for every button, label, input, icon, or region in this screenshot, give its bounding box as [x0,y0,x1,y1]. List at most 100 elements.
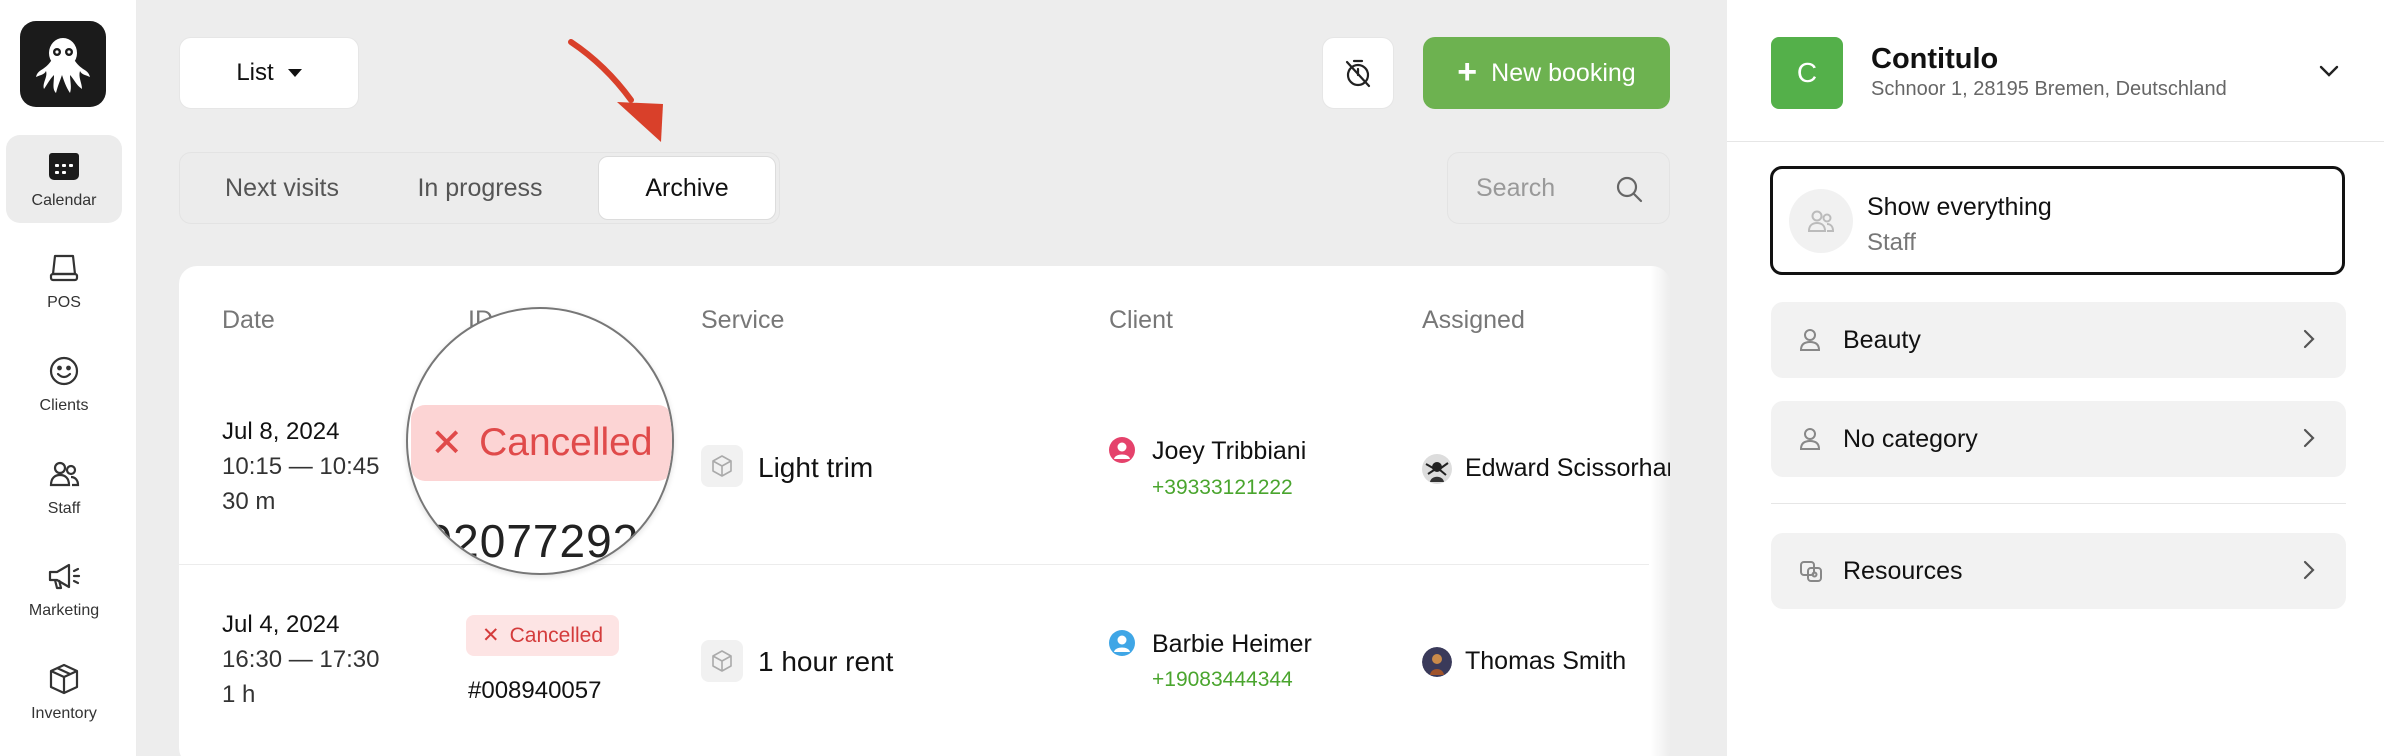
chevron-right-icon [2303,329,2315,349]
client-avatar-icon [1109,630,1135,656]
pos-icon [49,254,79,282]
view-mode-label: List [236,59,274,86]
booking-time: 10:15 — 10:45 [222,453,380,480]
person-icon [1799,428,1821,450]
category-item-beauty[interactable]: Beauty [1771,302,2346,378]
status-badge: ✕ Cancelled [466,615,620,656]
booking-date: Jul 4, 2024 [222,611,340,638]
booking-id[interactable]: #008940057 [468,673,601,708]
megaphone-icon [48,563,81,590]
search-input[interactable]: Search [1447,152,1670,224]
plus-icon: + [1457,52,1478,91]
smiley-icon [49,356,79,386]
panel-divider [1771,503,2346,504]
box-icon [49,663,79,695]
status-label: Cancelled [479,421,653,464]
new-booking-button[interactable]: + New booking [1423,37,1670,109]
assigned-staff[interactable]: Edward Scissorhands [1465,454,1670,483]
category-label: Resources [1843,556,1963,585]
timer-off-icon [1345,59,1371,88]
service-name: 1 hour rent [758,646,894,677]
filter-subtitle: Staff [1867,229,1916,256]
booking-tabs: Next visits In progress Archive [179,152,780,224]
category-label: Beauty [1843,325,1921,354]
category-item-resources[interactable]: Resources [1771,533,2346,609]
category-item-no-category[interactable]: No category [1771,401,2346,477]
category-label: No category [1843,424,1978,453]
staff-avatar [1422,454,1452,484]
status-badge: ✕ Cancelled [411,405,672,481]
tab-label: Next visits [225,173,339,202]
tab-in-progress[interactable]: In progress [382,156,578,220]
org-name[interactable]: Contitulo [1871,43,1998,76]
column-header-assigned: Assigned [1422,306,1525,334]
sidebar: Calendar POS Clients Staff Marketing Inv… [0,0,137,756]
tab-archive[interactable]: Archive [598,156,776,220]
org-address: Schnoor 1, 28195 Bremen, Deutschland [1871,78,2227,100]
staff-filter-selector[interactable]: Show everything Staff [1770,166,2345,275]
service-name: Light trim [758,452,874,483]
person-icon [1799,329,1821,351]
service-box-icon [701,445,743,487]
close-icon: ✕ [482,624,500,647]
row-divider [179,564,1649,565]
close-icon: ✕ [430,421,464,465]
filter-title: Show everything [1867,193,2052,221]
client-phone[interactable]: +19083444344 [1152,668,1293,692]
sidebar-item-clients[interactable]: Clients [6,340,122,428]
octopus-logo-icon[interactable] [20,21,106,107]
client-name[interactable]: Barbie Heimer [1152,630,1312,659]
scroll-shadow [1650,266,1670,756]
booking-id: 192077292 [406,515,640,567]
tab-label: In progress [417,173,543,202]
client-name[interactable]: Joey Tribbiani [1152,437,1306,466]
sidebar-item-label: Staff [47,500,81,517]
chevron-down-icon[interactable] [2319,64,2339,78]
column-header-client: Client [1109,306,1173,334]
caret-down-icon [287,69,302,77]
panel-divider [1727,141,2384,142]
filter-panel: C Contitulo Schnoor 1, 28195 Bremen, Deu… [1727,0,2384,756]
tab-next-visits[interactable]: Next visits [182,156,382,220]
sidebar-item-marketing[interactable]: Marketing [6,545,122,633]
column-header-service: Service [701,306,785,334]
service-box-icon [701,640,743,682]
sidebar-item-inventory[interactable]: Inventory [6,648,122,736]
booking-duration: 30 m [222,488,276,515]
org-avatar: C [1771,37,1843,109]
calendar-icon [49,153,79,180]
sidebar-item-label: Clients [39,397,89,414]
sidebar-item-label: Marketing [28,602,100,619]
resources-icon [1800,561,1822,582]
booking-date: Jul 8, 2024 [222,418,340,445]
booking-duration: 1 h [222,681,256,708]
staff-avatar [1422,647,1452,677]
column-header-date: Date [222,306,275,334]
client-phone[interactable]: +39333121222 [1152,476,1293,500]
chevron-right-icon [2303,560,2315,580]
magnifier-overlay: ✕ Cancelled 192077292 [406,307,674,575]
client-avatar-icon [1109,437,1135,463]
sidebar-item-label: Calendar [31,192,97,209]
booking-datetime: Jul 4, 2024 16:30 — 17:30 1 h [222,607,379,712]
sidebar-item-label: Inventory [31,705,97,722]
view-mode-dropdown[interactable]: List [179,37,359,109]
new-booking-label: New booking [1491,58,1636,87]
timer-off-button[interactable] [1322,37,1394,109]
chevron-right-icon [2303,428,2315,448]
bookings-table: Date ID Service Client Assigned Jul 8, 2… [179,266,1670,756]
status-label: Cancelled [509,623,604,647]
sidebar-item-calendar[interactable]: Calendar [6,135,122,223]
sidebar-item-label: POS [47,294,81,311]
assigned-staff[interactable]: Thomas Smith [1465,647,1626,676]
search-placeholder: Search [1476,173,1556,202]
sidebar-item-staff[interactable]: Staff [6,443,122,531]
staff-icon [49,461,80,487]
search-icon [1616,176,1643,203]
sidebar-item-pos[interactable]: POS [6,237,122,325]
red-arrow-annotation [568,39,663,142]
tab-label: Archive [645,173,729,202]
group-icon [1789,189,1853,253]
booking-time: 16:30 — 17:30 [222,646,380,673]
booking-datetime: Jul 8, 2024 10:15 — 10:45 30 m [222,414,379,519]
